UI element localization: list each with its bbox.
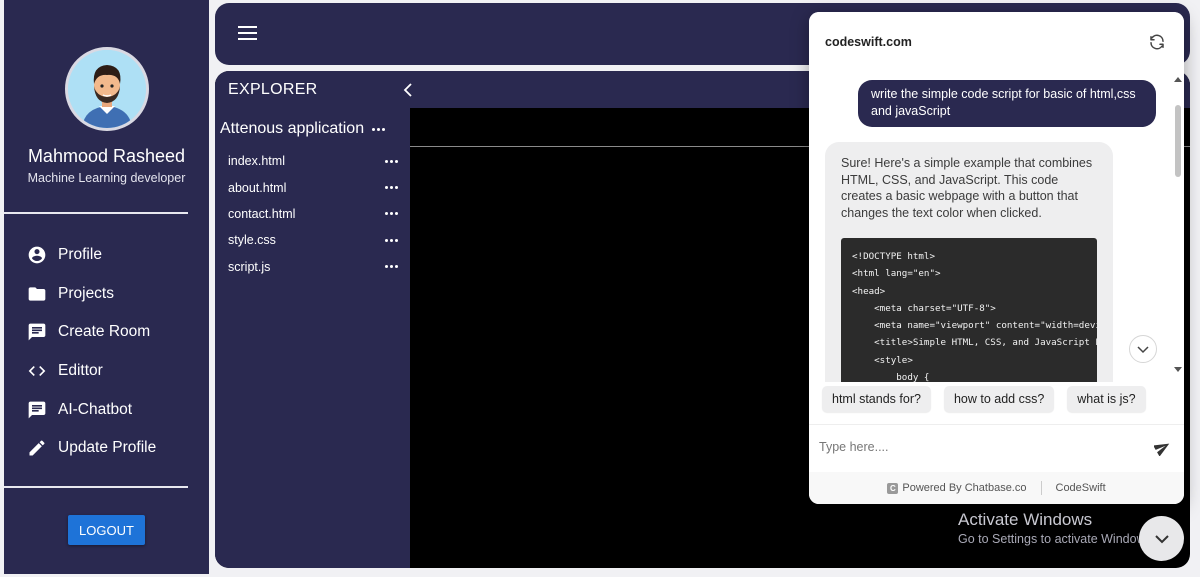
scroll-thumb[interactable] (1175, 105, 1181, 177)
sidebar: Mahmood Rasheed Machine Learning develop… (4, 0, 209, 574)
user-name: Mahmood Rasheed (27, 146, 186, 166)
sidebar-divider (4, 212, 188, 214)
bot-message-text: Sure! Here's a simple example that combi… (841, 156, 1093, 220)
chevron-down-icon (1137, 346, 1149, 354)
sidebar-item-label: Edittor (58, 362, 103, 380)
file-name: script.js (228, 259, 271, 274)
file-name: contact.html (228, 206, 296, 221)
chat-input-row (809, 424, 1184, 468)
scroll-down-arrow-icon[interactable] (1174, 367, 1182, 372)
more-options-icon[interactable] (372, 127, 386, 131)
more-options-icon[interactable] (385, 159, 398, 163)
suggestion-chip[interactable]: how to add css? (943, 386, 1055, 412)
sidebar-item-label: Projects (58, 284, 114, 302)
file-item[interactable]: script.js (228, 254, 398, 280)
chatbase-logo-icon: C (887, 482, 899, 494)
project-row[interactable]: Attenous application (220, 120, 400, 138)
app-root: Mahmood Rasheed Machine Learning develop… (0, 0, 1200, 577)
code-block[interactable]: <!DOCTYPE html> <html lang="en"> <head> … (841, 238, 1097, 382)
avatar[interactable] (65, 47, 149, 131)
file-item[interactable]: about.html (228, 174, 398, 200)
more-options-icon[interactable] (385, 186, 398, 190)
sidebar-item-create-room[interactable]: Create Room (4, 313, 209, 352)
chevron-down-icon (1154, 534, 1169, 543)
chevron-left-icon[interactable] (401, 81, 415, 99)
sidebar-item-label: AI-Chatbot (58, 400, 133, 418)
activate-windows-subtitle: Go to Settings to activate Windows. (958, 532, 1156, 546)
file-list: index.html about.html contact.html style… (228, 148, 398, 280)
file-name: about.html (228, 180, 287, 195)
file-name: index.html (228, 154, 285, 169)
suggestion-chip[interactable]: what is js? (1067, 386, 1146, 412)
more-options-icon[interactable] (385, 265, 398, 269)
project-name: Attenous application (220, 120, 365, 137)
scroll-down-button[interactable] (1129, 335, 1157, 363)
code-text: <!DOCTYPE html> <html lang="en"> <head> … (852, 251, 1097, 382)
user-role: Machine Learning developer (27, 171, 186, 185)
pencil-icon (27, 438, 47, 458)
chat-icon (27, 400, 47, 420)
chat-scrollbar[interactable] (1170, 72, 1184, 382)
chat-footer: C Powered By Chatbase.co CodeSwift (809, 472, 1184, 504)
menu-icon[interactable] (238, 26, 257, 42)
send-icon[interactable] (1153, 439, 1171, 457)
code-icon (27, 361, 47, 381)
sidebar-item-profile[interactable]: Profile (4, 236, 209, 275)
file-item[interactable]: index.html (228, 148, 398, 174)
sidebar-divider (4, 486, 188, 488)
more-options-icon[interactable] (385, 238, 398, 242)
avatar-illustration (68, 50, 146, 128)
file-item[interactable]: contact.html (228, 201, 398, 227)
activate-windows-title: Activate Windows (958, 510, 1093, 529)
explorer-title: EXPLORER (228, 81, 318, 98)
suggestion-chips: html stands for? how to add css? what is… (822, 386, 1146, 413)
sidebar-item-label: Profile (58, 246, 102, 264)
user-message: write the simple code script for basic o… (858, 80, 1156, 127)
refresh-icon[interactable] (1148, 33, 1166, 51)
account-circle-icon (27, 245, 47, 265)
sidebar-item-projects[interactable]: Projects (4, 275, 209, 314)
sidebar-item-editor[interactable]: Edittor (4, 352, 209, 391)
sidebar-nav: Profile Projects Create Room Edittor AI-… (4, 236, 209, 468)
chat-message-input[interactable] (819, 436, 1129, 458)
powered-by-text: Powered By Chatbase.co (902, 482, 1027, 494)
logout-button[interactable]: LOGOUT (68, 515, 145, 545)
chat-header: codeswift.com (809, 12, 1184, 72)
chatbot-widget: codeswift.com write the simple code scri… (809, 12, 1184, 504)
sidebar-item-ai-chatbot[interactable]: AI-Chatbot (4, 390, 209, 429)
chat-toggle-button[interactable] (1139, 516, 1184, 561)
chat-messages[interactable]: write the simple code script for basic o… (809, 72, 1184, 382)
suggestion-chip[interactable]: html stands for? (822, 386, 931, 412)
file-name: style.css (228, 233, 276, 248)
sidebar-item-label: Update Profile (58, 439, 157, 457)
bot-message: Sure! Here's a simple example that combi… (825, 142, 1113, 382)
chat-bubble-icon (27, 322, 47, 342)
more-options-icon[interactable] (385, 212, 398, 216)
brand-link[interactable]: CodeSwift (1056, 482, 1106, 494)
sidebar-item-update-profile[interactable]: Update Profile (4, 429, 209, 468)
explorer-sidebar: Attenous application index.html about.ht… (215, 108, 410, 568)
sidebar-item-label: Create Room (58, 323, 151, 341)
folder-icon (27, 284, 47, 304)
chat-site-name: codeswift.com (825, 35, 912, 49)
powered-by-link[interactable]: C Powered By Chatbase.co (887, 482, 1027, 494)
footer-divider (1040, 481, 1042, 495)
scroll-up-arrow-icon[interactable] (1174, 77, 1182, 82)
file-item[interactable]: style.css (228, 227, 398, 253)
